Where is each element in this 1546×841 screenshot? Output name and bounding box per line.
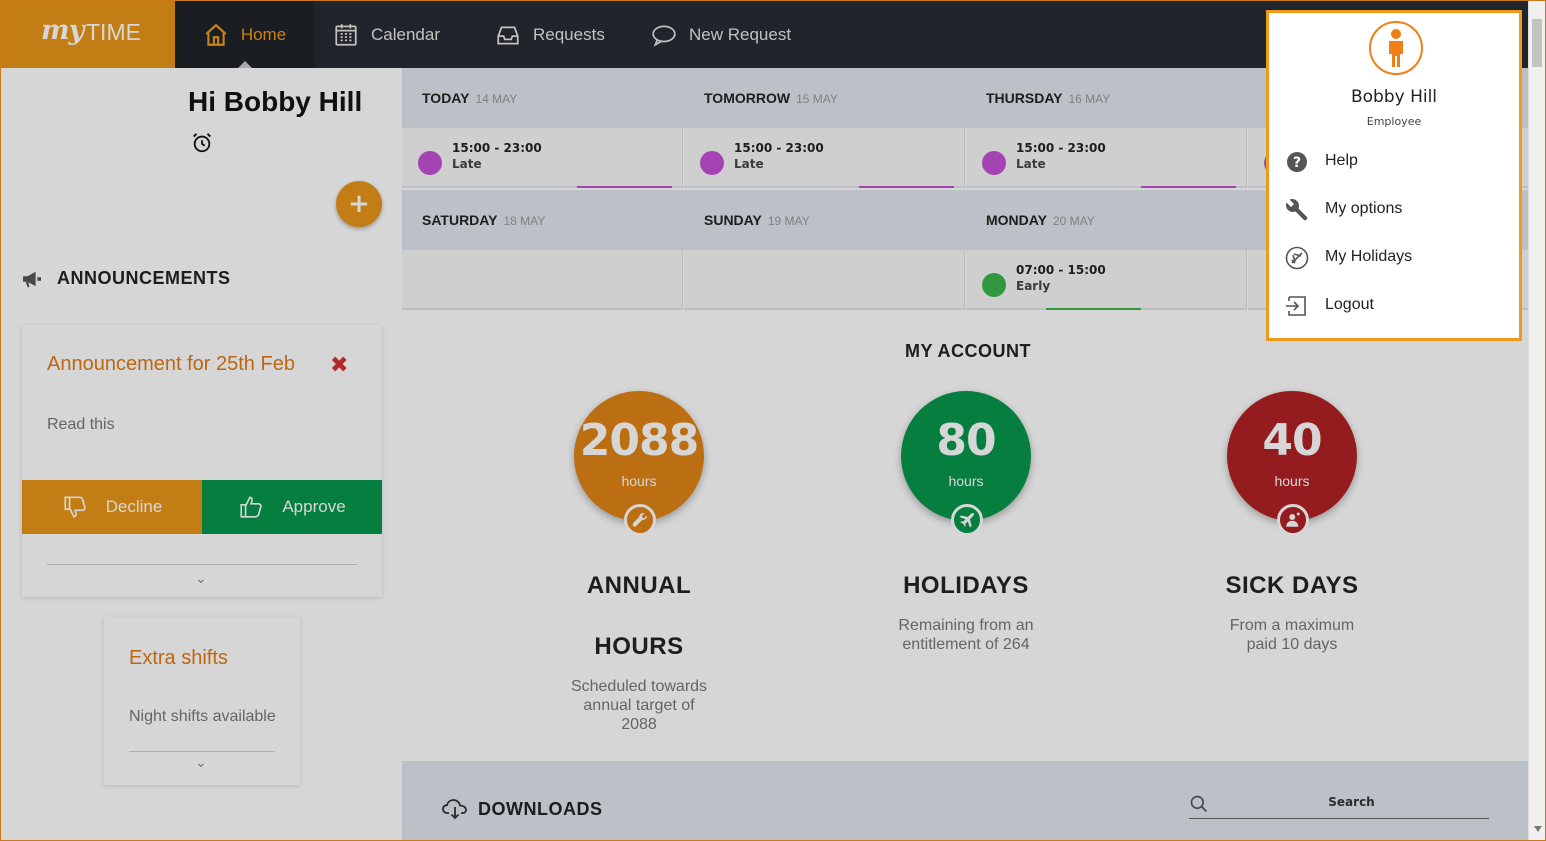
app-window: my TIME Home Calendar Requests New Reque… [0, 0, 1546, 841]
plane-circle-icon [1285, 246, 1309, 270]
scrollbar-thumb[interactable] [1532, 19, 1542, 67]
person-icon [1389, 29, 1403, 67]
menu-item-label: My options [1325, 200, 1403, 217]
menu-item-my-options[interactable]: My options [1269, 190, 1519, 230]
menu-item-logout[interactable]: Logout [1269, 286, 1519, 326]
logout-icon [1286, 296, 1306, 316]
user-name: Bobby Hill [1350, 87, 1438, 107]
menu-item-label: Help [1325, 152, 1358, 169]
user-role: Employee [1366, 115, 1422, 128]
scroll-down-arrow-icon[interactable] [1534, 826, 1542, 836]
wrench-icon [1286, 199, 1308, 221]
avatar [1369, 21, 1423, 75]
menu-item-label: My Holidays [1325, 248, 1413, 265]
svg-text:?: ? [1293, 155, 1301, 171]
menu-item-my-holidays[interactable]: My Holidays [1269, 238, 1519, 278]
help-icon: ? [1287, 152, 1307, 172]
user-menu-dropdown: Bobby Hill Employee ? Help My options My… [1266, 10, 1522, 341]
vertical-scrollbar[interactable] [1528, 1, 1545, 840]
menu-item-label: Logout [1325, 296, 1374, 313]
menu-item-help[interactable]: ? Help [1269, 142, 1519, 182]
